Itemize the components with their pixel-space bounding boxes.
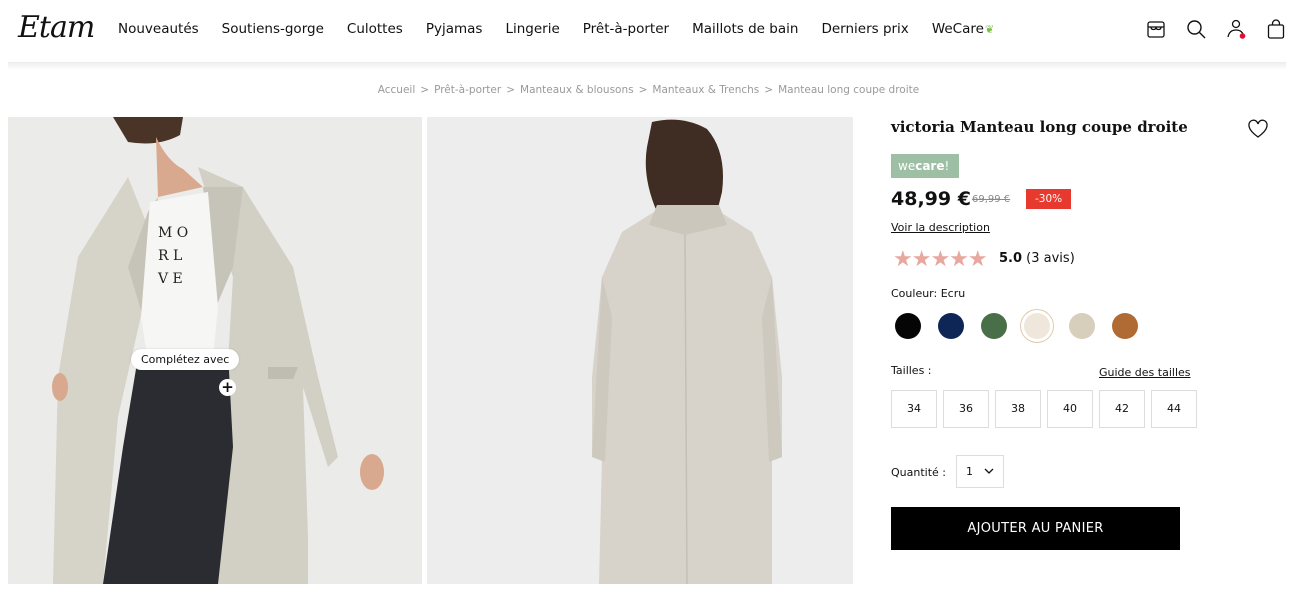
store-icon[interactable] bbox=[1145, 18, 1167, 40]
color-label: Couleur: Ecru bbox=[891, 287, 966, 300]
color-swatch-vert[interactable] bbox=[981, 313, 1007, 339]
size-option-44[interactable]: 44 bbox=[1151, 390, 1197, 428]
nav-item-pret-a-porter[interactable]: Prêt-à-porter bbox=[583, 21, 669, 37]
nav-item-culottes[interactable]: Culottes bbox=[347, 21, 403, 37]
breadcrumb: Accueil > Prêt-à-porter > Manteaux & blouson… bbox=[0, 84, 1297, 96]
account-icon[interactable] bbox=[1225, 18, 1247, 40]
wecare-badge: wecare! bbox=[891, 154, 959, 178]
breadcrumb-item-current: Manteau long coupe droite bbox=[778, 84, 920, 96]
heart-icon[interactable] bbox=[1247, 118, 1269, 140]
size-option-40[interactable]: 40 bbox=[1047, 390, 1093, 428]
breadcrumb-separator: > bbox=[506, 84, 516, 96]
search-icon[interactable] bbox=[1185, 18, 1207, 40]
wecare-badge-suffix: ! bbox=[944, 159, 950, 173]
nav-item-wecare[interactable]: WeCare❦ bbox=[932, 21, 994, 37]
nav-item-lingerie[interactable]: Lingerie bbox=[505, 21, 559, 37]
sizes-label: Tailles : bbox=[891, 364, 932, 377]
breadcrumb-separator: > bbox=[420, 84, 430, 96]
header-divider bbox=[8, 62, 1286, 70]
main-nav: Nouveautés Soutiens-gorge Culottes Pyjam… bbox=[118, 21, 1017, 37]
nav-item-nouveautes[interactable]: Nouveautés bbox=[118, 21, 199, 37]
tshirt-print-line-2: R L bbox=[158, 248, 182, 264]
etam-logo[interactable]: Etam bbox=[18, 10, 95, 45]
old-price: 69,99 € bbox=[972, 194, 1011, 205]
color-swatch-camel[interactable] bbox=[1112, 313, 1138, 339]
color-swatch-ecru[interactable] bbox=[1024, 313, 1050, 339]
breadcrumb-item-pret-a-porter[interactable]: Prêt-à-porter bbox=[434, 84, 501, 96]
tshirt-print-line-3: V E bbox=[157, 271, 183, 287]
product-image-front[interactable]: M O R L V E Complétez avec + bbox=[8, 117, 422, 584]
description-link[interactable]: Voir la description bbox=[891, 221, 990, 234]
nav-item-pyjamas[interactable]: Pyjamas bbox=[426, 21, 483, 37]
rating-stars[interactable]: ★★★★★ bbox=[893, 247, 988, 272]
rating-summary[interactable]: 5.0 (3 avis) bbox=[999, 251, 1075, 266]
size-option-38[interactable]: 38 bbox=[995, 390, 1041, 428]
nav-item-soutiens-gorge[interactable]: Soutiens-gorge bbox=[222, 21, 324, 37]
header-icons bbox=[1145, 18, 1287, 40]
breadcrumb-item-accueil[interactable]: Accueil bbox=[378, 84, 416, 96]
product-title: victoria Manteau long coupe droite bbox=[891, 118, 1188, 136]
plus-icon[interactable]: + bbox=[219, 379, 236, 396]
size-option-36[interactable]: 36 bbox=[943, 390, 989, 428]
rating-score: 5.0 bbox=[999, 251, 1023, 266]
quantity-label: Quantité : bbox=[891, 466, 946, 479]
size-option-34[interactable]: 34 bbox=[891, 390, 937, 428]
nav-item-maillots-de-bain[interactable]: Maillots de bain bbox=[692, 21, 798, 37]
breadcrumb-item-manteaux-blousons[interactable]: Manteaux & blousons bbox=[520, 84, 634, 96]
bag-icon[interactable] bbox=[1265, 18, 1287, 40]
size-option-42[interactable]: 42 bbox=[1099, 390, 1145, 428]
nav-item-wecare-label: WeCare bbox=[931, 21, 984, 37]
breadcrumb-separator: > bbox=[764, 84, 774, 96]
wecare-badge-prefix: we bbox=[898, 159, 916, 173]
leaf-icon: ❦ bbox=[984, 23, 995, 36]
breadcrumb-item-manteaux-trenchs[interactable]: Manteaux & Trenchs bbox=[652, 84, 759, 96]
current-price: 48,99 € bbox=[891, 188, 971, 210]
discount-badge: -30% bbox=[1026, 189, 1072, 209]
site-header: Etam Nouveautés Soutiens-gorge Culottes … bbox=[0, 0, 1297, 64]
add-to-cart-button[interactable]: AJOUTER AU PANIER bbox=[891, 507, 1180, 550]
chevron-down-icon bbox=[984, 468, 994, 474]
color-swatch-noir[interactable] bbox=[895, 313, 921, 339]
quantity-value: 1 bbox=[966, 465, 973, 478]
rating-count: (3 avis) bbox=[1026, 251, 1075, 266]
quantity-select[interactable]: 1 bbox=[956, 455, 1004, 488]
breadcrumb-separator: > bbox=[638, 84, 648, 96]
color-swatch-beige[interactable] bbox=[1069, 313, 1095, 339]
size-guide-link[interactable]: Guide des tailles bbox=[1099, 366, 1191, 379]
tshirt-print-line-1: M O bbox=[158, 225, 188, 241]
nav-item-derniers-prix[interactable]: Derniers prix bbox=[821, 21, 908, 37]
complete-look-tag[interactable]: Complétez avec bbox=[131, 349, 240, 370]
color-swatch-marine[interactable] bbox=[938, 313, 964, 339]
product-image-back[interactable] bbox=[427, 117, 853, 584]
wecare-badge-bold: care bbox=[915, 159, 945, 173]
